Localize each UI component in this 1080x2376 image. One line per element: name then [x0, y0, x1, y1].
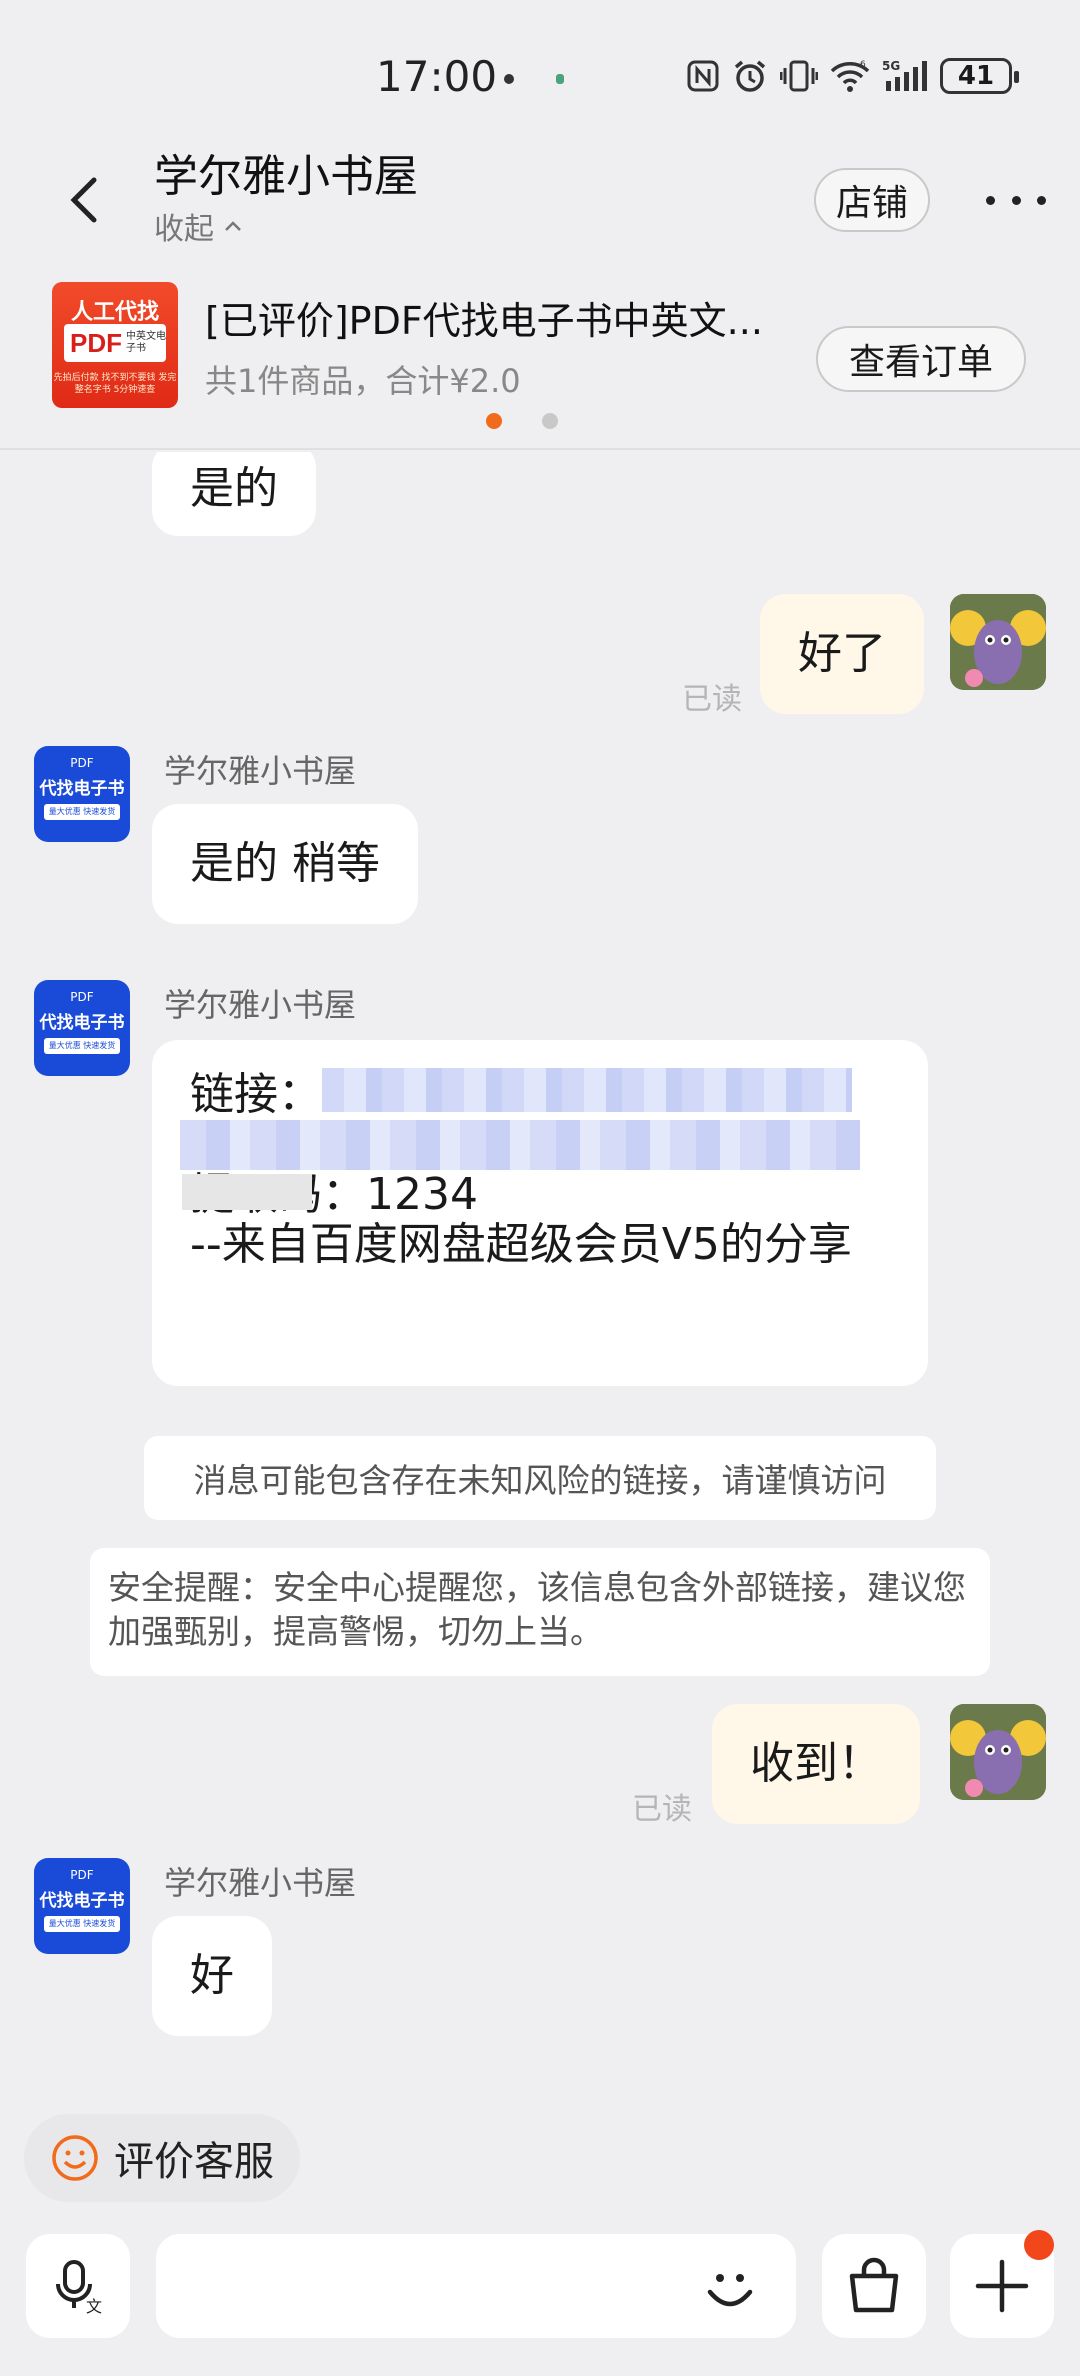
alarm-icon [734, 60, 766, 92]
collapse-label: 收起 [154, 212, 214, 247]
message-text: 是的 稍等 [190, 838, 380, 889]
product-menu-button[interactable] [822, 2234, 926, 2338]
sender-name: 学尔雅小书屋 [164, 1864, 357, 1902]
share-source: --来自百度网盘超级会员V5的分享 [190, 1219, 852, 1270]
back-button[interactable] [56, 170, 116, 230]
rate-service-label: 评价客服 [114, 2139, 274, 2185]
app-notification-icon [556, 74, 564, 84]
thumbnail-pdf-tag: 中英文电子书 [126, 331, 166, 354]
svg-text:6: 6 [860, 60, 866, 70]
store-button[interactable]: 店铺 [814, 168, 930, 232]
message-text: 好了 [798, 628, 886, 679]
wifi-icon: 6 [830, 60, 870, 92]
shop-avatar-tagline: 量大优惠 快速发货 [44, 1038, 120, 1054]
sender-name: 学尔雅小书屋 [164, 986, 357, 1024]
user-avatar[interactable] [950, 594, 1046, 690]
message-bubble-incoming[interactable]: 是的 [152, 452, 316, 536]
message-text: 好 [190, 1950, 234, 2001]
order-summary: 共1件商品，合计¥2.0 [205, 362, 521, 400]
message-text: 是的 [190, 463, 278, 514]
product-thumbnail[interactable]: 人工代找 PDF 中英文电子书 先拍后付款 找不到不要钱 发完整名字书 5分钟速… [52, 282, 178, 408]
nfc-icon [687, 60, 719, 92]
svg-text:文: 文 [86, 2297, 102, 2316]
more-dot-icon [1011, 195, 1021, 205]
user-avatar[interactable] [950, 1704, 1046, 1800]
more-dot-icon [1037, 195, 1046, 205]
redacted-link-url [322, 1068, 852, 1112]
thumbnail-subtext: 先拍后付款 找不到不要钱 发完整名字书 5分钟速查 [53, 373, 177, 395]
shop-avatar-tagline: 量大优惠 快速发货 [44, 804, 120, 820]
status-time: 17:00 [376, 52, 498, 101]
battery-indicator: 41 [940, 58, 1019, 94]
status-icons: 6 5G 41 [686, 56, 1019, 96]
thumbnail-heading: 人工代找 [70, 300, 159, 325]
voice-input-button[interactable]: 文 [26, 2234, 130, 2338]
shop-avatar-name: 代找电子书 [39, 1013, 125, 1033]
message-text: 收到！ [750, 1738, 882, 1789]
page-title: 学尔雅小书屋 [154, 151, 418, 202]
input-bar: 文 [0, 2218, 1080, 2376]
shop-avatar-pdf: PDF [70, 1868, 94, 1882]
order-title[interactable]: [已评价]PDF代找电子书中英文... [205, 290, 805, 345]
carousel-pager [486, 413, 558, 429]
chevron-up-icon [225, 221, 241, 231]
rate-service-button[interactable]: 评价客服 [24, 2114, 300, 2202]
more-options-button[interactable] [986, 190, 1046, 210]
pager-dot-active [486, 413, 502, 429]
plus-icon [975, 2259, 1029, 2313]
message-bubble-incoming[interactable]: 是的 稍等 [152, 804, 418, 924]
thumbnail-pdf-label: PDF 中英文电子书 [64, 324, 166, 362]
risk-notice: 消息可能包含存在未知风险的链接，请谨慎访问 [144, 1436, 936, 1520]
pager-dot [542, 413, 558, 429]
svg-text:5G: 5G [882, 59, 900, 73]
chat-messages[interactable]: 是的 已读 好了 PDF 代找电子书 量大优惠 快速发货 学尔雅小书屋 是的 稍… [0, 452, 1080, 2092]
shop-avatar-name: 代找电子书 [39, 1891, 125, 1911]
signal-icon: 5G [882, 59, 927, 91]
redacted-overlay [182, 1174, 312, 1210]
security-warning: 安全提醒：安全中心提醒您，该信息包含外部链接，建议您加强甄别，提高警惕，切勿上当… [90, 1548, 990, 1676]
shop-avatar-name: 代找电子书 [39, 779, 125, 799]
user-avatar-image [950, 1704, 1046, 1800]
order-card[interactable]: 人工代找 PDF 中英文电子书 先拍后付款 找不到不要钱 发完整名字书 5分钟速… [0, 270, 1080, 450]
redacted-link-url-continued [180, 1120, 860, 1170]
chevron-left-icon [70, 177, 97, 223]
view-order-button[interactable]: 查看订单 [816, 326, 1026, 392]
read-status: 已读 [682, 682, 742, 717]
emoji-icon [707, 2274, 753, 2307]
microphone-icon: 文 [56, 2260, 102, 2316]
message-bubble-outgoing[interactable]: 好了 [760, 594, 924, 714]
read-status: 已读 [632, 1792, 692, 1827]
shopping-bag-icon [849, 2257, 899, 2313]
sender-name: 学尔雅小书屋 [164, 752, 357, 790]
notification-badge [1024, 2230, 1054, 2260]
notification-dot-icon [504, 74, 514, 84]
status-bar: 17:00 6 5G 41 [0, 0, 1080, 140]
emoji-button[interactable] [700, 2260, 760, 2320]
shop-avatar[interactable]: PDF 代找电子书 量大优惠 快速发货 [34, 980, 130, 1076]
shop-avatar[interactable]: PDF 代找电子书 量大优惠 快速发货 [34, 746, 130, 842]
collapse-toggle[interactable]: 收起 [154, 204, 244, 248]
shop-avatar[interactable]: PDF 代找电子书 量大优惠 快速发货 [34, 1858, 130, 1954]
shop-avatar-pdf: PDF [70, 990, 94, 1004]
chat-header: 学尔雅小书屋 收起 店铺 [0, 140, 1080, 270]
message-bubble-incoming[interactable]: 好 [152, 1916, 272, 2036]
shop-avatar-pdf: PDF [70, 756, 94, 770]
user-avatar-image [950, 594, 1046, 690]
smiley-icon [52, 2135, 98, 2181]
shop-avatar-tagline: 量大优惠 快速发货 [44, 1916, 120, 1932]
vibrate-icon [780, 60, 818, 92]
message-bubble-outgoing[interactable]: 收到！ [712, 1704, 920, 1824]
message-bubble-link[interactable]: 链接： 提取码：1234 --来自百度网盘超级会员V5的分享 [152, 1040, 928, 1386]
thumbnail-pdf-text: PDF [70, 327, 122, 358]
more-dot-icon [986, 195, 995, 205]
